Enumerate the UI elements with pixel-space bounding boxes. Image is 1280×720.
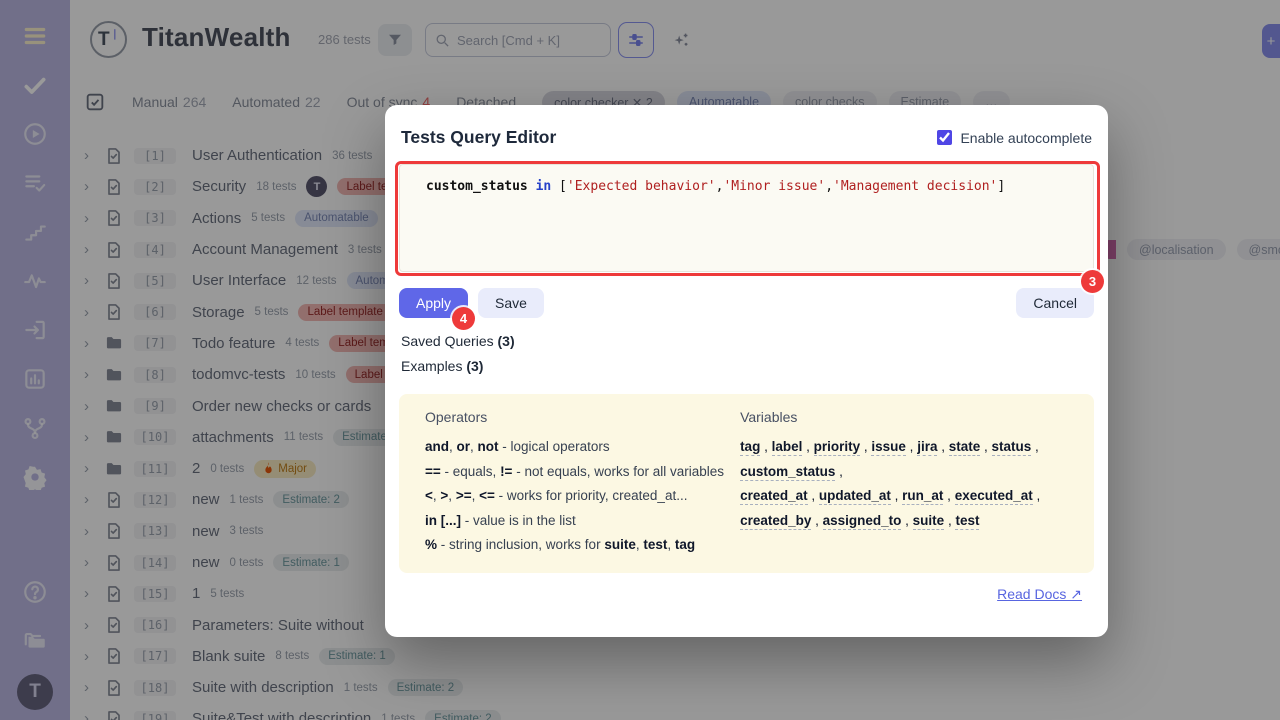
tests-query-editor-modal: Tests Query Editor Enable autocomplete c… xyxy=(385,105,1108,637)
variable-name: assigned_to xyxy=(823,513,902,530)
operators-lines: and, or, not - logical operators== - equ… xyxy=(425,435,740,558)
variable-name: executed_at xyxy=(955,488,1033,505)
variable-name: status xyxy=(992,439,1032,456)
examples-count: (3) xyxy=(466,358,483,374)
autocomplete-toggle[interactable]: Enable autocomplete xyxy=(937,130,1092,146)
query-token-plain: [ xyxy=(551,179,567,194)
operator-help-line: and, or, not - logical operators xyxy=(425,435,740,460)
annotation-step-3: 3 xyxy=(1081,270,1104,293)
variable-name: custom_status xyxy=(740,464,835,481)
variables-column: Variables tag , label , priority , issue… xyxy=(740,409,1068,558)
variables-lines: tag , label , priority , issue , jira , … xyxy=(740,435,1068,533)
autocomplete-label: Enable autocomplete xyxy=(960,130,1092,146)
operator-help-line: in [...] - value is in the list xyxy=(425,509,740,534)
docs-row: Read Docs ↗ xyxy=(399,586,1094,604)
variable-name: run_at xyxy=(902,488,943,505)
variable-name: created_at xyxy=(740,488,808,505)
variables-title: Variables xyxy=(740,409,1068,425)
variable-help-line: created_by , assigned_to , suite , test xyxy=(740,509,1068,534)
query-token-name: custom_status xyxy=(426,179,528,194)
variable-name: tag xyxy=(740,439,760,456)
modal-header: Tests Query Editor Enable autocomplete xyxy=(399,121,1094,148)
query-help-box: Operators and, or, not - logical operato… xyxy=(399,394,1094,573)
examples-link[interactable]: Examples (3) xyxy=(399,358,1094,374)
annotation-step-4: 4 xyxy=(452,307,475,330)
query-token-str: 'Expected behavior' xyxy=(567,179,716,194)
query-token-str: 'Minor issue' xyxy=(723,179,825,194)
query-token-plain: , xyxy=(825,179,833,194)
query-token-kw: in xyxy=(536,179,552,194)
read-docs-link[interactable]: Read Docs ↗ xyxy=(997,586,1082,602)
variable-name: suite xyxy=(913,513,945,530)
variable-name: state xyxy=(949,439,981,456)
saved-queries-count: (3) xyxy=(498,333,515,349)
variable-name: jira xyxy=(917,439,937,456)
query-token-str: 'Management decision' xyxy=(833,179,997,194)
save-button[interactable]: Save xyxy=(478,288,544,318)
variable-name: label xyxy=(772,439,803,456)
variable-help-line: created_at , updated_at , run_at , execu… xyxy=(740,484,1068,509)
query-token-plain xyxy=(528,179,536,194)
variable-name: issue xyxy=(871,439,906,456)
operator-help-line: <, >, >=, <= - works for priority, creat… xyxy=(425,484,740,509)
operator-help-line: % - string inclusion, works for suite, t… xyxy=(425,533,740,558)
variable-name: test xyxy=(955,513,979,530)
modal-buttons: Apply Save Cancel xyxy=(399,288,1094,318)
variable-help-line: tag , label , priority , issue , jira , … xyxy=(740,435,1068,460)
query-editor[interactable]: custom_status in ['Expected behavior','M… xyxy=(399,164,1094,272)
operator-help-line: == - equals, != - not equals, works for … xyxy=(425,460,740,485)
modal-title: Tests Query Editor xyxy=(401,127,556,148)
variable-name: created_by xyxy=(740,513,811,530)
query-token-plain: ] xyxy=(997,179,1005,194)
operators-column: Operators and, or, not - logical operato… xyxy=(425,409,740,558)
variable-name: priority xyxy=(814,439,861,456)
variable-name: updated_at xyxy=(819,488,891,505)
cancel-button[interactable]: Cancel xyxy=(1016,288,1094,318)
variable-help-line: custom_status , xyxy=(740,460,1068,485)
examples-label: Examples xyxy=(401,358,462,374)
autocomplete-checkbox[interactable] xyxy=(937,130,952,145)
operators-title: Operators xyxy=(425,409,740,425)
saved-queries-link[interactable]: Saved Queries (3) xyxy=(399,333,1094,349)
saved-queries-label: Saved Queries xyxy=(401,333,494,349)
